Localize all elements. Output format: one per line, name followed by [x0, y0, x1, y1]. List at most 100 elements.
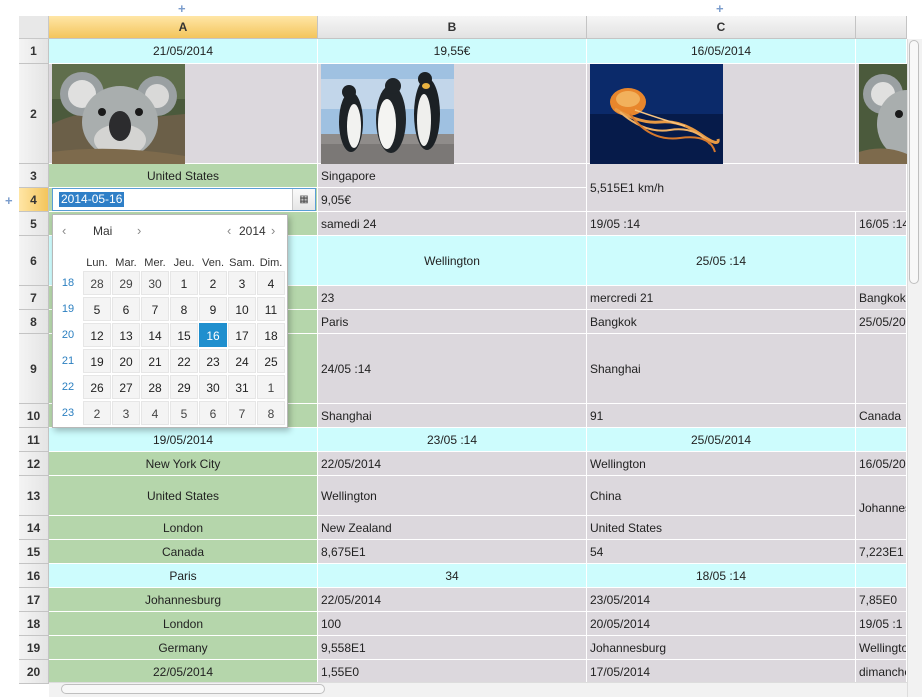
calendar-day[interactable]: 30: [199, 375, 227, 399]
calendar-day[interactable]: 26: [83, 375, 111, 399]
calendar-day[interactable]: 7: [228, 401, 256, 425]
cell-c17[interactable]: 23/05/2014: [587, 588, 856, 612]
cell-c5[interactable]: 19/05 :14: [587, 212, 856, 236]
calendar-day[interactable]: 21: [141, 349, 169, 373]
cell-c16[interactable]: 18/05 :14: [587, 564, 856, 588]
date-cell-editor[interactable]: 2014-05-16 ▦: [52, 188, 316, 211]
next-year-icon[interactable]: ›: [271, 223, 275, 238]
cell-a3[interactable]: United States: [49, 164, 318, 188]
row-header-15[interactable]: 15: [19, 540, 49, 564]
row-header-19[interactable]: 19: [19, 636, 49, 660]
cell-b6[interactable]: Wellington: [318, 236, 587, 286]
calendar-day[interactable]: 4: [257, 271, 285, 295]
cell-b8[interactable]: Paris: [318, 310, 587, 334]
cell-c18[interactable]: 20/05/2014: [587, 612, 856, 636]
cell-d18[interactable]: 19/05 :1: [856, 612, 907, 636]
row-header-5[interactable]: 5: [19, 212, 49, 236]
cell-a16[interactable]: Paris: [49, 564, 318, 588]
cell-c7[interactable]: mercredi 21: [587, 286, 856, 310]
column-header-d[interactable]: [856, 16, 907, 39]
cell-d5[interactable]: 16/05 :14: [856, 212, 907, 236]
insert-column-plus-icon[interactable]: +: [178, 2, 186, 15]
calendar-day[interactable]: 28: [83, 271, 111, 295]
cell-b13[interactable]: Wellington: [318, 476, 587, 516]
calendar-day[interactable]: 12: [83, 323, 111, 347]
calendar-day[interactable]: 3: [112, 401, 140, 425]
cell-c13[interactable]: China: [587, 476, 856, 516]
cell-d9[interactable]: [856, 334, 907, 404]
cell-b14[interactable]: New Zealand: [318, 516, 587, 540]
cell-d17[interactable]: 7,85E0: [856, 588, 907, 612]
calendar-day[interactable]: 11: [257, 297, 285, 321]
calendar-day[interactable]: 5: [83, 297, 111, 321]
row-header-2[interactable]: 2: [19, 64, 49, 164]
row-header-17[interactable]: 17: [19, 588, 49, 612]
cell-c6[interactable]: 25/05 :14: [587, 236, 856, 286]
prev-year-icon[interactable]: ‹: [227, 223, 231, 238]
calendar-day[interactable]: 29: [112, 271, 140, 295]
cell-b12[interactable]: 22/05/2014: [318, 452, 587, 476]
calendar-day[interactable]: 9: [199, 297, 227, 321]
calendar-day[interactable]: 23: [199, 349, 227, 373]
row-header-9[interactable]: 9: [19, 334, 49, 404]
calendar-day[interactable]: 20: [112, 349, 140, 373]
calendar-day[interactable]: 4: [141, 401, 169, 425]
cell-d16[interactable]: [856, 564, 907, 588]
calendar-day[interactable]: 30: [141, 271, 169, 295]
cell-d11[interactable]: [856, 428, 907, 452]
row-header-20[interactable]: 20: [19, 660, 49, 684]
prev-month-icon[interactable]: ‹: [62, 223, 66, 238]
cell-b1[interactable]: 19,55€: [318, 39, 587, 64]
row-header-18[interactable]: 18: [19, 612, 49, 636]
cell-d15[interactable]: 7,223E1: [856, 540, 907, 564]
calendar-day-selected[interactable]: 16: [199, 323, 227, 347]
calendar-day[interactable]: 3: [228, 271, 256, 295]
cell-d6[interactable]: [856, 236, 907, 286]
cell-c1[interactable]: 16/05/2014: [587, 39, 856, 64]
row-header-13[interactable]: 13: [19, 476, 49, 516]
column-header-b[interactable]: B: [318, 16, 587, 39]
cell-b3[interactable]: Singapore: [318, 164, 587, 188]
calendar-icon[interactable]: ▦: [292, 189, 315, 210]
select-all-corner[interactable]: [19, 16, 49, 39]
calendar-day[interactable]: 29: [170, 375, 198, 399]
cell-c14[interactable]: United States: [587, 516, 856, 540]
cell-c8[interactable]: Bangkok: [587, 310, 856, 334]
cell-b4[interactable]: 9,05€: [318, 188, 587, 212]
insert-row-plus-icon[interactable]: +: [5, 194, 13, 207]
row-header-6[interactable]: 6: [19, 236, 49, 286]
cell-c19[interactable]: Johannesburg: [587, 636, 856, 660]
column-header-a[interactable]: A: [49, 16, 318, 39]
calendar-day[interactable]: 31: [228, 375, 256, 399]
calendar-day[interactable]: 1: [257, 375, 285, 399]
calendar-day[interactable]: 8: [257, 401, 285, 425]
calendar-day[interactable]: 8: [170, 297, 198, 321]
cell-d13-merged[interactable]: Johannes: [856, 476, 907, 540]
cell-d19[interactable]: Wellingto: [856, 636, 907, 660]
cell-c20[interactable]: 17/05/2014: [587, 660, 856, 684]
cell-d8[interactable]: 25/05/20: [856, 310, 907, 334]
date-editor-input[interactable]: 2014-05-16: [59, 192, 125, 207]
cell-a15[interactable]: Canada: [49, 540, 318, 564]
cell-c11[interactable]: 25/05/2014: [587, 428, 856, 452]
cell-b15[interactable]: 8,675E1: [318, 540, 587, 564]
cell-a18[interactable]: London: [49, 612, 318, 636]
calendar-day[interactable]: 7: [141, 297, 169, 321]
row-header-3[interactable]: 3: [19, 164, 49, 188]
row-header-12[interactable]: 12: [19, 452, 49, 476]
cell-c12[interactable]: Wellington: [587, 452, 856, 476]
cell-b17[interactable]: 22/05/2014: [318, 588, 587, 612]
row-header-8[interactable]: 8: [19, 310, 49, 334]
next-month-icon[interactable]: ›: [137, 223, 141, 238]
cell-b10[interactable]: Shanghai: [318, 404, 587, 428]
cell-a13[interactable]: United States: [49, 476, 318, 516]
calendar-day[interactable]: 17: [228, 323, 256, 347]
cell-d7[interactable]: Bangkok: [856, 286, 907, 310]
cell-b19[interactable]: 9,558E1: [318, 636, 587, 660]
row-header-16[interactable]: 16: [19, 564, 49, 588]
row-header-10[interactable]: 10: [19, 404, 49, 428]
insert-column-plus-icon[interactable]: +: [716, 2, 724, 15]
row-header-11[interactable]: 11: [19, 428, 49, 452]
calendar-day[interactable]: 24: [228, 349, 256, 373]
column-header-c[interactable]: C: [587, 16, 856, 39]
